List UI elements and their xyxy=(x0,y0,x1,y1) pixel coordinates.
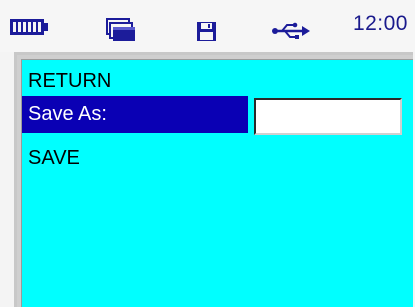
windows-icon xyxy=(106,18,135,41)
usb-icon xyxy=(272,22,310,39)
menu-item-save-as[interactable]: Save As: xyxy=(22,96,248,133)
menu-item-return[interactable]: RETURN xyxy=(22,63,262,100)
status-bar: 12:00 xyxy=(0,0,415,52)
menu-frame: RETURN Save As: SAVE xyxy=(14,52,413,307)
device-screen: 12:00 RETURN Save As: SAVE xyxy=(0,0,415,307)
menu-panel: RETURN Save As: SAVE xyxy=(21,59,413,307)
clock: 12:00 xyxy=(352,12,408,35)
filename-input[interactable] xyxy=(254,98,402,135)
battery-icon xyxy=(10,19,48,35)
save-icon xyxy=(197,22,216,41)
menu-item-save[interactable]: SAVE xyxy=(22,140,262,177)
